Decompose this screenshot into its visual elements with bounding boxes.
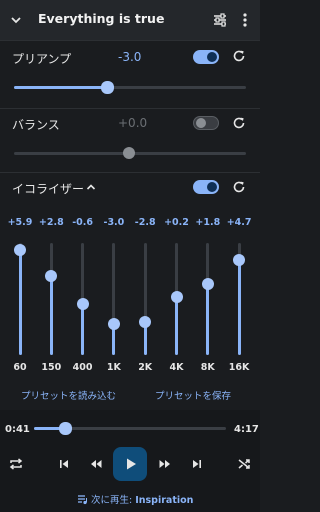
repeat-icon[interactable] [9, 457, 23, 471]
preamp-slider-thumb[interactable] [101, 81, 114, 94]
preamp-value: -3.0 [118, 50, 142, 64]
band-gain-4K: +0.2 [164, 217, 189, 228]
play-button[interactable] [113, 447, 147, 481]
band-freq-400: 400 [72, 362, 93, 373]
band-fill-8K [206, 284, 210, 355]
preamp-label: プリアンプ [12, 52, 72, 66]
equalizer-toggle[interactable] [193, 180, 219, 194]
up-next-label: 次に再生: [91, 495, 133, 506]
up-next-title: Inspiration [135, 495, 194, 506]
duration-time: 4:17 [234, 424, 259, 435]
band-gain-60: +5.9 [7, 217, 33, 228]
fast-forward-icon[interactable] [158, 458, 172, 470]
band-gain-8K: +1.8 [195, 217, 221, 228]
band-freq-60: 60 [13, 362, 27, 373]
band-gain-16K: +4.7 [226, 217, 252, 228]
band-gain-150: +2.8 [38, 217, 64, 228]
band-thumb-8K[interactable] [201, 278, 214, 291]
band-thumb-400[interactable] [76, 297, 89, 310]
rewind-icon[interactable] [89, 458, 103, 470]
band-fill-150 [49, 275, 53, 355]
preamp-slider-fill [14, 86, 107, 89]
up-next[interactable]: 次に再生: Inspiration [77, 492, 193, 506]
band-gain-1K: -3.0 [103, 217, 125, 228]
track-title: Everything is true [38, 11, 165, 26]
band-freq-16K: 16K [228, 362, 250, 373]
reset-balance-icon[interactable] [232, 116, 246, 130]
band-freq-8K: 8K [200, 362, 215, 373]
save-preset-button[interactable]: プリセットを保存 [155, 388, 231, 402]
band-freq-4K: 4K [169, 362, 184, 373]
balance-value: +0.0 [118, 116, 148, 130]
skip-next-icon[interactable] [191, 458, 203, 470]
more-vert-icon[interactable] [240, 12, 250, 28]
seek-bar-thumb[interactable] [58, 422, 72, 435]
band-thumb-4K[interactable] [170, 291, 183, 304]
band-gain-2K: -2.8 [134, 217, 156, 228]
shuffle-icon[interactable] [237, 457, 251, 471]
app-header: Everything is true [0, 0, 260, 40]
band-freq-150: 150 [41, 362, 62, 373]
elapsed-time: 0:41 [5, 424, 30, 435]
balance-toggle[interactable] [193, 116, 219, 130]
band-fill-4K [175, 297, 178, 355]
band-fill-60 [18, 250, 22, 355]
reset-preamp-icon[interactable] [232, 49, 246, 63]
band-fill-16K [237, 259, 241, 355]
tune-icon[interactable] [212, 12, 228, 28]
load-preset-button[interactable]: プリセットを読み込む [21, 388, 116, 402]
balance-slider-thumb[interactable] [123, 147, 135, 159]
band-thumb-150[interactable] [45, 269, 58, 282]
skip-previous-icon[interactable] [58, 458, 70, 470]
balance-label: バランス [12, 118, 60, 132]
equalizer-label: イコライザー [12, 182, 85, 196]
chevron-down-icon[interactable] [9, 13, 23, 27]
preamp-toggle[interactable] [193, 50, 219, 64]
band-thumb-1K[interactable] [107, 317, 120, 330]
band-gain-400: -0.6 [72, 217, 93, 228]
play-icon [124, 457, 138, 471]
band-thumb-2K[interactable] [139, 316, 152, 329]
band-thumb-16K[interactable] [233, 253, 246, 266]
reset-equalizer-icon[interactable] [232, 180, 246, 194]
chevron-up-icon[interactable] [85, 181, 97, 193]
queue-music-icon [77, 494, 88, 505]
band-thumb-60[interactable] [14, 244, 26, 257]
band-freq-2K: 2K [138, 362, 153, 373]
band-freq-1K: 1K [106, 362, 121, 373]
band-fill-400 [81, 303, 85, 355]
